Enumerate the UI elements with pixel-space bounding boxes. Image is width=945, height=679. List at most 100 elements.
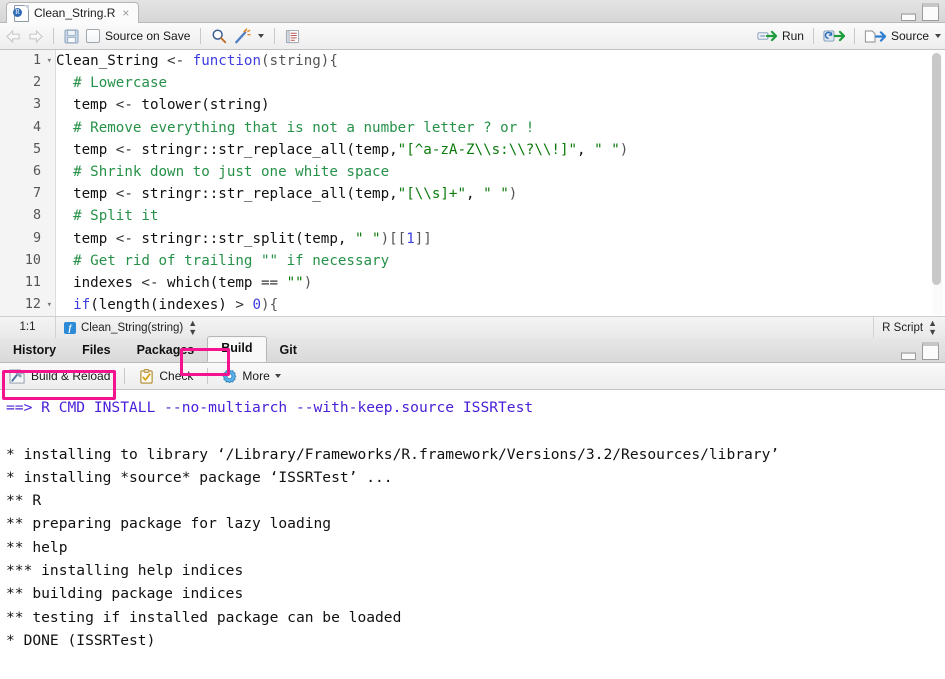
code-token: (length(indexes) xyxy=(90,297,236,314)
build-and-reload-button[interactable]: Build & Reload xyxy=(6,368,113,385)
minimize-icon[interactable] xyxy=(901,352,916,360)
chevron-updown-icon[interactable]: ▲ ▼ xyxy=(928,318,937,337)
file-type-selector[interactable]: R Script ▲ ▼ xyxy=(873,317,945,338)
code-token: )[[ xyxy=(380,230,407,247)
code-token: ) xyxy=(303,274,313,291)
code-line[interactable]: temp <- stringr::str_replace_all(temp,"[… xyxy=(56,139,931,161)
editor-scrollbar-track[interactable] xyxy=(932,51,943,315)
arrow-left-icon[interactable] xyxy=(6,29,21,43)
line-number: 12 ▾ xyxy=(0,294,55,316)
arrow-right-icon[interactable] xyxy=(28,29,43,43)
code-line[interactable]: # Shrink down to just one white space xyxy=(56,161,931,183)
re-run-icon[interactable] xyxy=(823,29,845,43)
fold-toggle-icon[interactable]: ▾ xyxy=(47,50,52,72)
code-token: function xyxy=(192,53,262,69)
r-file-icon: R xyxy=(13,4,29,22)
toolbar-separator xyxy=(853,28,855,44)
code-token: > xyxy=(235,297,253,314)
chevron-down-icon[interactable] xyxy=(274,374,281,378)
maximize-icon[interactable] xyxy=(922,342,939,360)
gear-icon xyxy=(223,369,237,383)
source-button[interactable]: Source xyxy=(864,29,929,44)
code-token: if xyxy=(73,297,91,314)
source-toolbar: Source on Save Run Source xyxy=(0,23,945,50)
source-tab-label: Clean_String.R xyxy=(34,6,116,20)
checkbox-icon[interactable] xyxy=(86,29,100,43)
code-token: # Remove everything that is not a number… xyxy=(56,119,535,136)
console-output-line: ** R xyxy=(6,492,42,510)
code-editor[interactable]: 1 ▾ 2 3 4 5 6 7 8 9 10 11 12 ▾ Clean_String <- functi… xyxy=(0,50,945,316)
code-line[interactable]: # Lowercase xyxy=(56,72,931,94)
line-number: 6 xyxy=(32,163,41,179)
source-pane: R Clean_String.R × Source on Save Run So… xyxy=(0,0,945,338)
bottom-tab-packages[interactable]: Packages xyxy=(124,339,208,362)
source-on-save-label: Source on Save xyxy=(105,29,191,43)
code-token: stringr::str_replace_all(temp, xyxy=(141,141,398,158)
code-line[interactable]: if(length(indexes) > 0){ xyxy=(56,294,931,316)
function-badge-icon: f xyxy=(64,321,76,334)
rstudio-window: R Clean_String.R × Source on Save Run So… xyxy=(0,0,945,679)
bottom-tab-history[interactable]: History xyxy=(0,339,69,362)
line-number: 3 xyxy=(32,97,41,113)
code-token: # Shrink down to just one white space xyxy=(56,163,390,180)
code-line[interactable]: # Get rid of trailing "" if necessary xyxy=(56,250,931,272)
code-token: Clean_String xyxy=(56,53,168,69)
more-label: More xyxy=(242,369,270,383)
source-on-save-toggle[interactable]: Source on Save xyxy=(86,29,190,43)
editor-scrollbar-thumb[interactable] xyxy=(932,53,941,285)
line-number: 5 xyxy=(32,141,41,157)
code-token: , xyxy=(466,186,484,203)
toolbar-separator xyxy=(200,28,202,44)
code-line[interactable]: # Split it xyxy=(56,205,931,227)
check-label: Check xyxy=(159,369,194,383)
line-number: 11 xyxy=(24,274,41,290)
fold-toggle-icon[interactable]: ▾ xyxy=(47,294,52,316)
code-token: stringr::str_split(temp, xyxy=(141,230,355,247)
code-line[interactable]: indexes <- which(temp == "") xyxy=(56,272,931,294)
magnifier-icon[interactable] xyxy=(211,28,227,44)
scope-selector[interactable]: f Clean_String(string) ▲ ▼ xyxy=(56,318,197,337)
chevron-down-icon[interactable] xyxy=(258,34,265,38)
toolbar-separator xyxy=(53,28,54,44)
console-output-line: *** installing help indices xyxy=(6,562,244,580)
check-button[interactable]: Check xyxy=(136,368,196,385)
source-tabstrip: R Clean_String.R × xyxy=(0,0,945,23)
bottom-pane-window-buttons xyxy=(901,342,939,360)
build-reload-icon xyxy=(9,368,25,384)
chevron-updown-icon[interactable]: ▲ ▼ xyxy=(188,318,197,337)
code-token: , xyxy=(577,141,595,158)
code-line[interactable]: temp <- stringr::str_split(temp, " ")[[1… xyxy=(56,228,931,250)
code-line[interactable]: temp <- tolower(string) xyxy=(56,94,931,116)
build-console-output[interactable]: ==> R CMD INSTALL --no-multiarch --with-… xyxy=(0,390,945,679)
run-label: Run xyxy=(781,29,804,43)
bottom-tab-files[interactable]: Files xyxy=(69,339,124,362)
source-tab-clean-string[interactable]: R Clean_String.R × xyxy=(6,2,140,23)
file-type-label: R Script xyxy=(882,321,924,334)
bottom-tab-git[interactable]: Git xyxy=(267,339,310,362)
code-token: temp xyxy=(56,97,116,114)
more-button[interactable]: More xyxy=(219,368,283,385)
code-token: "[^a-zA-Z\\s:\\?\\!]" xyxy=(397,141,578,158)
code-text[interactable]: Clean_String <- function(string){ # Lowe… xyxy=(56,50,931,316)
line-number: 9 xyxy=(32,230,41,246)
code-line[interactable]: # Remove everything that is not a number… xyxy=(56,117,931,139)
code-token: ]] xyxy=(414,230,432,247)
minimize-icon[interactable] xyxy=(901,13,916,21)
code-line[interactable]: temp <- stringr::str_replace_all(temp,"[… xyxy=(56,183,931,205)
toolbar-separator xyxy=(274,28,276,44)
toolbar-separator xyxy=(207,368,209,384)
chevron-down-icon[interactable] xyxy=(935,34,941,38)
bottom-tab-build[interactable]: Build xyxy=(207,336,267,362)
code-token: tolower(string) xyxy=(141,97,270,114)
code-tools-icon[interactable] xyxy=(234,28,252,44)
code-token: <- xyxy=(167,53,193,69)
code-token: <- xyxy=(115,97,142,114)
code-line[interactable]: Clean_String <- function(string){ xyxy=(56,50,931,72)
line-number: 10 xyxy=(24,252,41,268)
close-icon[interactable]: × xyxy=(122,7,129,19)
compile-report-icon[interactable] xyxy=(285,29,300,44)
maximize-icon[interactable] xyxy=(922,3,939,21)
code-token: "[\\s]+" xyxy=(397,186,467,203)
save-icon[interactable] xyxy=(64,28,79,44)
run-button[interactable]: Run xyxy=(757,29,804,43)
